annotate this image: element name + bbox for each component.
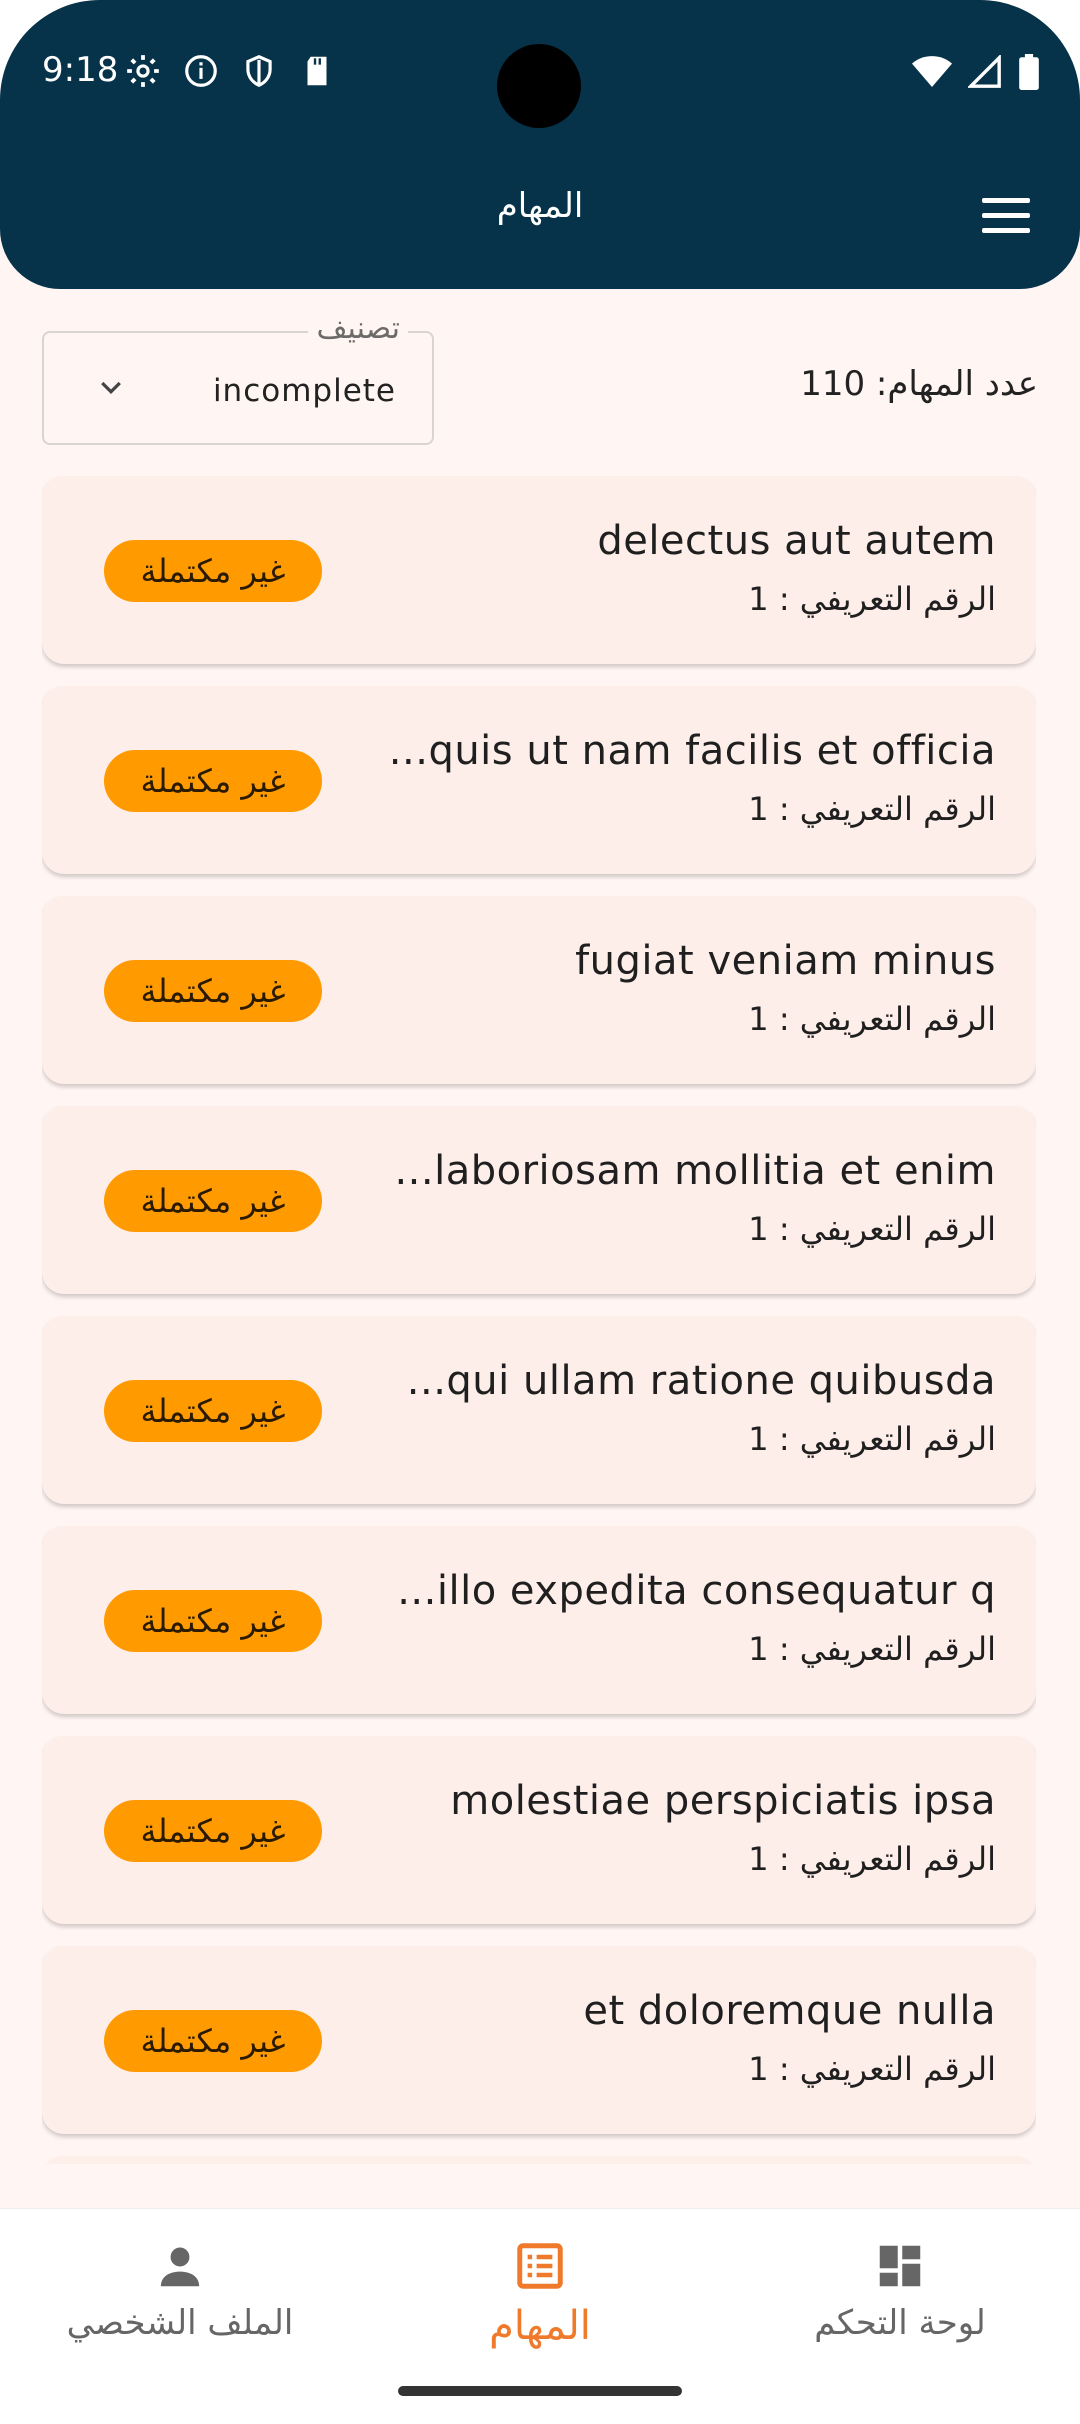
battery-icon	[1019, 54, 1039, 90]
dashboard-icon	[879, 2245, 921, 2287]
task-card[interactable]: et doloremque nulla الرقم التعريفي : 1 غ…	[42, 1946, 1036, 2134]
wifi-icon	[912, 56, 952, 87]
task-id: الرقم التعريفي : 1	[748, 790, 996, 828]
task-title: ...quis ut nam facilis et officia	[388, 728, 996, 774]
person-icon	[160, 2247, 200, 2287]
nav-label: الملف الشخصي	[66, 2303, 294, 2343]
task-card[interactable]: fugiat veniam minus الرقم التعريفي : 1 غ…	[42, 896, 1036, 1084]
task-title: ...qui ullam ratione quibusda	[406, 1358, 996, 1404]
status-badge: غير مكتملة	[104, 960, 322, 1022]
app-screen: 9:18 المهام عدد المهام: 110 تصنيف incomp…	[0, 0, 1080, 2424]
sd-card-icon	[307, 56, 327, 86]
hamburger-menu-icon[interactable]	[980, 190, 1032, 242]
category-dropdown[interactable]: تصنيف incomplete	[42, 311, 434, 445]
dropdown-value: incomplete	[212, 373, 396, 409]
nav-dashboard[interactable]: لوحة التحكم	[720, 2229, 1080, 2369]
task-title: fugiat veniam minus	[575, 938, 996, 984]
task-title: ...laboriosam mollitia et enim	[394, 1148, 996, 1194]
task-card[interactable]: ...illo expedita consequatur q الرقم الت…	[42, 1526, 1036, 1714]
task-card[interactable]: ...laboriosam mollitia et enim الرقم الت…	[42, 1106, 1036, 1294]
status-badge: غير مكتملة	[104, 750, 322, 812]
info-icon	[185, 55, 217, 87]
task-id: الرقم التعريفي : 1	[748, 580, 996, 618]
task-id: الرقم التعريفي : 1	[748, 1420, 996, 1458]
task-id: الرقم التعريفي : 1	[748, 1000, 996, 1038]
status-badge: غير مكتملة	[104, 1170, 322, 1232]
status-badge: غير مكتملة	[104, 1800, 322, 1862]
nav-label: لوحة التحكم	[814, 2303, 986, 2343]
settings-icon	[127, 55, 159, 87]
nav-label: المهام	[489, 2303, 591, 2349]
task-title: delectus aut autem	[597, 518, 996, 564]
task-title: ...illo expedita consequatur q	[397, 1568, 996, 1614]
task-count: عدد المهام: 110	[800, 364, 1038, 404]
page-title: المهام	[496, 186, 584, 226]
status-badge: غير مكتملة	[104, 1590, 322, 1652]
app-bar: 9:18 المهام	[0, 0, 1080, 289]
chevron-down-icon	[101, 381, 121, 395]
task-card[interactable]: delectus aut autem الرقم التعريفي : 1 غي…	[42, 476, 1036, 664]
task-id: الرقم التعريفي : 1	[748, 1210, 996, 1248]
task-card-partial[interactable]	[42, 2156, 1036, 2164]
task-card[interactable]: ...qui ullam ratione quibusda الرقم التع…	[42, 1316, 1036, 1504]
task-card[interactable]: ...quis ut nam facilis et officia الرقم …	[42, 686, 1036, 874]
shield-icon	[246, 55, 272, 87]
status-badge: غير مكتملة	[104, 1380, 322, 1442]
task-list-icon	[517, 2243, 563, 2289]
signal-icon	[968, 55, 1001, 88]
task-card[interactable]: molestiae perspiciatis ipsa الرقم التعري…	[42, 1736, 1036, 1924]
task-title: et doloremque nulla	[583, 1988, 996, 2034]
nav-profile[interactable]: الملف الشخصي	[0, 2229, 360, 2369]
task-id: الرقم التعريفي : 1	[748, 1630, 996, 1668]
home-indicator[interactable]	[398, 2386, 682, 2396]
status-time: 9:18	[42, 50, 119, 90]
task-title: molestiae perspiciatis ipsa	[450, 1778, 996, 1824]
task-id: الرقم التعريفي : 1	[748, 1840, 996, 1878]
task-list: delectus aut autem الرقم التعريفي : 1 غي…	[42, 476, 1036, 2164]
camera-cutout	[497, 44, 581, 128]
nav-tasks[interactable]: المهام	[360, 2229, 720, 2369]
task-id: الرقم التعريفي : 1	[748, 2050, 996, 2088]
status-badge: غير مكتملة	[104, 2010, 322, 2072]
status-badge: غير مكتملة	[104, 540, 322, 602]
dropdown-label: تصنيف	[308, 311, 408, 346]
